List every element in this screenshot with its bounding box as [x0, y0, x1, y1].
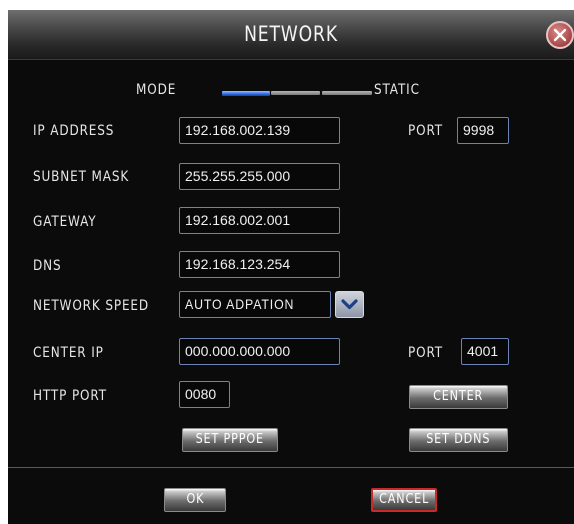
network-speed-label: NETWORK SPEED: [33, 298, 150, 314]
center-port-field[interactable]: 4001: [461, 338, 509, 365]
ip-port-field[interactable]: 9998: [457, 117, 509, 144]
dialog-title: NETWORK: [244, 22, 338, 46]
cancel-button[interactable]: CANCEL: [371, 488, 437, 512]
center-ip-field[interactable]: 000.000.000.000: [179, 338, 340, 365]
mode-segment-3[interactable]: [322, 91, 372, 95]
title-bar: NETWORK: [8, 10, 574, 60]
network-dialog: NETWORK MODE STATIC IP ADDRESS 192.168.0…: [8, 10, 574, 524]
set-ddns-button[interactable]: SET DDNS: [409, 428, 508, 452]
ip-address-field[interactable]: 192.168.002.139: [179, 117, 340, 144]
dns-field[interactable]: 192.168.123.254: [179, 251, 340, 278]
network-speed-dropdown-button[interactable]: [335, 291, 364, 318]
ok-label: OK: [186, 492, 204, 507]
chevron-down-icon: [341, 299, 358, 310]
mode-value: STATIC: [374, 82, 420, 98]
mode-label: MODE: [136, 82, 177, 98]
http-port-field[interactable]: 0080: [179, 381, 230, 408]
gateway-field[interactable]: 192.168.002.001: [179, 207, 340, 234]
network-speed-select[interactable]: AUTO ADPATION: [179, 291, 331, 318]
center-button[interactable]: CENTER: [409, 385, 508, 409]
close-icon: [553, 28, 567, 42]
subnet-mask-label: SUBNET MASK: [33, 169, 130, 185]
ip-port-label: PORT: [408, 123, 444, 139]
gateway-label: GATEWAY: [33, 214, 97, 230]
close-button[interactable]: [546, 21, 574, 49]
set-pppoe-label: SET PPPOE: [195, 432, 265, 447]
set-pppoe-button[interactable]: SET PPPOE: [182, 428, 278, 452]
center-port-label: PORT: [408, 345, 444, 361]
cancel-label: CANCEL: [378, 492, 430, 507]
mode-segment-2[interactable]: [271, 91, 320, 95]
center-ip-label: CENTER IP: [33, 345, 104, 361]
subnet-mask-field[interactable]: 255.255.255.000: [179, 163, 340, 190]
set-ddns-label: SET DDNS: [426, 432, 491, 447]
ip-address-label: IP ADDRESS: [33, 123, 115, 139]
network-speed-value: AUTO ADPATION: [185, 296, 295, 312]
http-port-label: HTTP PORT: [33, 388, 107, 404]
center-button-label: CENTER: [433, 389, 484, 404]
dns-label: DNS: [33, 258, 62, 274]
ok-button[interactable]: OK: [164, 488, 226, 512]
footer-divider: [8, 467, 574, 468]
mode-segment-1[interactable]: [222, 91, 270, 96]
